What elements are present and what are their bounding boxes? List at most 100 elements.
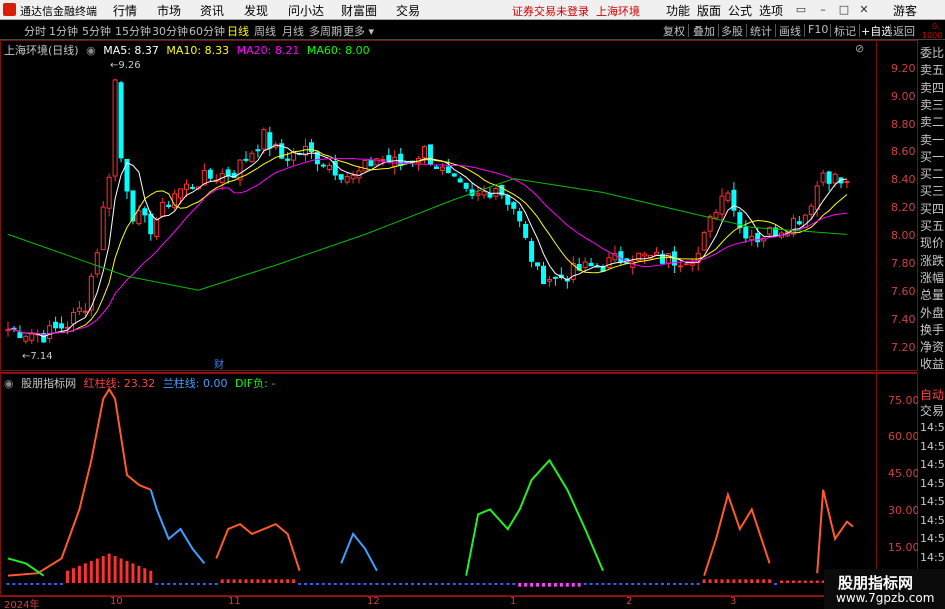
indicator-bar [756, 579, 760, 583]
indicator-bar [494, 583, 498, 585]
trade-time: 14:56 [920, 532, 945, 545]
indicator-line [7, 557, 45, 577]
trade-time: 14:56 [920, 495, 945, 508]
candle-body [814, 185, 820, 211]
candle-body [184, 183, 189, 190]
candle-body [588, 262, 594, 267]
indicator-bar [506, 583, 510, 585]
candle-body [350, 175, 356, 180]
indicator-bar [351, 583, 355, 585]
ma-line [7, 149, 848, 336]
candle-body [463, 182, 469, 189]
indicator-bar [446, 583, 450, 585]
candle-body [53, 321, 59, 329]
indicator-bar [470, 583, 474, 585]
date-label-nov: 11 [228, 596, 241, 607]
zoom-icon[interactable]: ⊘ [855, 42, 864, 55]
indicator-bar [179, 583, 183, 585]
indicator-bar [143, 568, 147, 583]
legend-toggle-icon[interactable]: ◉ [86, 44, 96, 57]
price-tick: 8.40 [891, 173, 916, 186]
trade-tab[interactable]: 交易 [920, 402, 944, 419]
date-label-jan: 1 [510, 596, 517, 607]
indicator-bar [95, 558, 99, 583]
indicator-bar [107, 553, 111, 583]
indicator-bar [48, 583, 52, 585]
side-item: 换手 [920, 322, 945, 337]
indicator-bar [791, 580, 795, 583]
candle-body [511, 202, 517, 209]
indicator-bar [785, 580, 789, 583]
indicator-bar [423, 583, 426, 585]
candle-body [451, 173, 457, 177]
candle-body [106, 176, 112, 209]
indicator-bar [405, 583, 409, 585]
candle-body [642, 253, 648, 257]
indicator-bar [458, 583, 462, 585]
indicator-bar [83, 563, 87, 583]
side-item: 现价 [920, 236, 945, 251]
candle-body [552, 276, 558, 279]
candle-body [112, 79, 118, 177]
indicator-bar [607, 583, 611, 585]
side-item: 涨跌 [920, 253, 945, 268]
candle-body [267, 132, 273, 149]
low-price-label: ←7.14 [22, 351, 53, 362]
indicator-bar [250, 579, 254, 583]
candle-body [88, 275, 94, 311]
price-tick: 8.20 [891, 201, 916, 214]
indicator-bar [738, 579, 742, 583]
indicator-tick: 30.00 [888, 504, 920, 517]
side-top-label: 1000 [922, 31, 943, 40]
indicator-bar [702, 579, 706, 583]
indicator-bar [137, 565, 141, 583]
indicator-bar [428, 583, 432, 585]
ma-line [7, 157, 847, 336]
candle-body [677, 265, 683, 268]
indicator-bar [696, 583, 700, 585]
finance-marker[interactable]: 财 [214, 356, 224, 371]
kline-chart[interactable] [0, 0, 945, 609]
price-tick: 9.00 [891, 90, 916, 103]
price-tick: 7.60 [891, 285, 916, 298]
candle-body [535, 262, 541, 267]
indicator-bar [577, 583, 581, 587]
candle-body [255, 149, 261, 152]
candle-body [136, 210, 142, 225]
indicator-bar [625, 583, 629, 585]
candle-body [380, 158, 386, 161]
candle-body [285, 158, 291, 161]
candle-body [475, 193, 481, 196]
trade-time: 14:56 [920, 458, 945, 471]
candle-body [178, 188, 184, 199]
candle-body [487, 193, 493, 198]
indicator-bar [595, 583, 599, 585]
side-item: 买三 [920, 184, 945, 199]
trade-time: 14:56 [920, 476, 945, 490]
indicator-bar [666, 583, 670, 585]
indicator-bar [42, 583, 46, 585]
indicator-bar [24, 583, 28, 585]
indicator-bar [119, 558, 123, 583]
indicator-bar [274, 579, 278, 583]
indicator-bar [256, 579, 260, 583]
candle-body [493, 188, 499, 197]
auto-toggle[interactable]: 自动 [920, 386, 944, 403]
price-tick: 7.40 [891, 313, 916, 326]
indicator-bar [185, 583, 188, 585]
indicator-line [215, 522, 301, 572]
indicator-bar [214, 583, 218, 585]
indicator-bar [452, 583, 456, 585]
candle-body [546, 279, 552, 282]
candle-body [23, 335, 29, 342]
side-item: 总量 [920, 288, 945, 303]
indicator-line [703, 491, 771, 576]
indicator-toggle-icon[interactable]: ◉ [4, 377, 14, 390]
indicator-bar [304, 583, 307, 585]
indicator-bar [672, 583, 676, 585]
indicator-bar [113, 556, 117, 583]
indicator-bar [196, 583, 200, 585]
candle-body [118, 82, 124, 159]
candle-body [47, 325, 53, 340]
watermark-url: www.7gpzb.com [836, 591, 935, 605]
